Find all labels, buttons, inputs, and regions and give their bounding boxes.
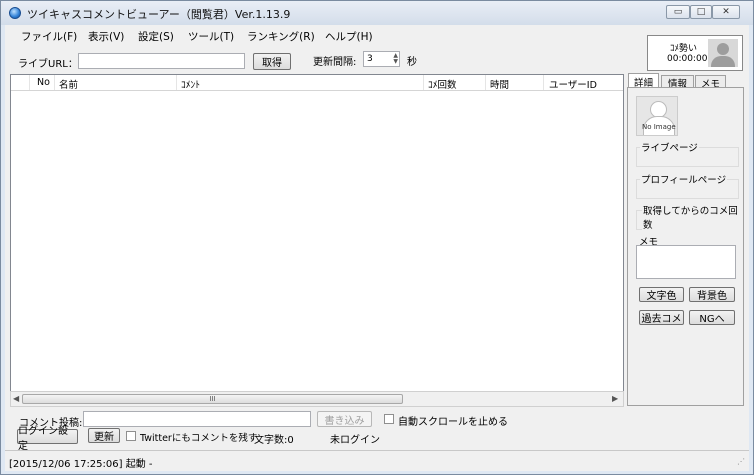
app-window: ツイキャスコメントビューアー（閲覧君）Ver.1.13.9 ▭ □ ✕ ファイル… bbox=[0, 0, 754, 475]
comment-list-header: No 名前 ｺﾒﾝﾄ ｺﾒ回数 時間 ユーザーID bbox=[11, 75, 623, 91]
client-area: ファイル(F) 表示(V) 設定(S) ツール(T) ランキング(R) ヘルプ(… bbox=[5, 25, 749, 471]
char-count: 文字数:0 bbox=[254, 435, 294, 446]
twitter-option-label[interactable]: Twitterにもコメントを残す bbox=[140, 430, 257, 444]
stop-autoscroll-label[interactable]: 自動スクロールを止める bbox=[398, 413, 508, 428]
write-button[interactable]: 書き込み bbox=[317, 411, 372, 427]
status-text: [2015/12/06 17:25:06] 起動 - bbox=[9, 459, 153, 470]
elapsed-time: 00:00:00 bbox=[667, 54, 708, 64]
interval-stepper[interactable]: 3 ▲ ▼ bbox=[363, 51, 400, 67]
momentum-label: ｺﾒ勢い bbox=[670, 44, 698, 54]
text-color-button[interactable]: 文字色 bbox=[639, 287, 684, 302]
menu-ranking[interactable]: ランキング(R) bbox=[247, 29, 315, 44]
ng-button[interactable]: NGへ bbox=[689, 310, 735, 325]
menu-help[interactable]: ヘルプ(H) bbox=[325, 29, 373, 44]
horizontal-scrollbar[interactable]: ◀ III ▶ bbox=[10, 391, 624, 407]
stepper-arrows-icon[interactable]: ▲ ▼ bbox=[393, 53, 398, 65]
avatar bbox=[708, 39, 738, 67]
live-page-link[interactable]: ライブページ bbox=[640, 140, 699, 154]
column-comment[interactable]: ｺﾒﾝﾄ bbox=[181, 77, 200, 91]
user-avatar: No Image bbox=[636, 96, 678, 136]
menu-view[interactable]: 表示(V) bbox=[88, 29, 124, 44]
column-user-id[interactable]: ユーザーID bbox=[549, 77, 597, 91]
column-count[interactable]: ｺﾒ回数 bbox=[428, 77, 457, 91]
momentum-box: ｺﾒ勢い 00:00:00 bbox=[647, 35, 743, 71]
interval-label: 更新間隔: bbox=[313, 57, 357, 68]
login-settings-button[interactable]: ログイン設定 bbox=[17, 426, 78, 452]
stop-autoscroll-checkbox[interactable] bbox=[384, 414, 394, 424]
live-url-input[interactable] bbox=[78, 53, 245, 69]
memo-textarea[interactable] bbox=[636, 245, 736, 279]
menu-settings[interactable]: 設定(S) bbox=[138, 29, 174, 44]
close-button[interactable]: ✕ bbox=[712, 5, 740, 19]
resize-grip-icon[interactable]: ⋰ bbox=[737, 457, 745, 466]
close-icon: ✕ bbox=[722, 7, 730, 17]
no-image-label: No Image bbox=[642, 123, 676, 131]
column-time[interactable]: 時間 bbox=[490, 77, 509, 91]
interval-unit: 秒 bbox=[407, 57, 417, 68]
bg-color-button[interactable]: 背景色 bbox=[689, 287, 735, 302]
refresh-button[interactable]: 更新 bbox=[88, 428, 120, 443]
minimize-button[interactable]: ▭ bbox=[666, 5, 690, 19]
menu-file[interactable]: ファイル(F) bbox=[21, 29, 77, 44]
scroll-left-icon[interactable]: ◀ bbox=[13, 394, 19, 403]
column-no[interactable]: No bbox=[37, 77, 50, 88]
comment-input[interactable] bbox=[83, 411, 311, 427]
live-url-label: ライブURL： bbox=[18, 59, 78, 70]
interval-value: 3 bbox=[367, 54, 373, 64]
details-panel: No Image ライブページ プロフィールページ 取得してからのコメ回数 メモ… bbox=[627, 87, 744, 406]
column-name[interactable]: 名前 bbox=[59, 77, 78, 91]
window-title: ツイキャスコメントビューアー（閲覧君）Ver.1.13.9 bbox=[27, 8, 291, 21]
app-icon bbox=[9, 7, 21, 19]
minimize-icon: ▭ bbox=[673, 7, 683, 17]
scroll-thumb[interactable]: III bbox=[22, 394, 403, 404]
maximize-button[interactable]: □ bbox=[690, 5, 712, 19]
status-bar: [2015/12/06 17:25:06] 起動 - ⋰ bbox=[5, 450, 749, 471]
maximize-icon: □ bbox=[696, 7, 706, 17]
comment-count-label: 取得してからのコメ回数 bbox=[642, 203, 743, 231]
twitter-checkbox[interactable] bbox=[126, 431, 136, 441]
menu-bar: ファイル(F) 表示(V) 設定(S) ツール(T) ランキング(R) ヘルプ(… bbox=[5, 25, 625, 45]
menu-tools[interactable]: ツール(T) bbox=[188, 29, 234, 44]
fetch-button[interactable]: 取得 bbox=[253, 53, 291, 70]
profile-page-link[interactable]: プロフィールページ bbox=[640, 172, 728, 186]
comment-list[interactable]: No 名前 ｺﾒﾝﾄ ｺﾒ回数 時間 ユーザーID bbox=[10, 74, 624, 407]
past-comments-button[interactable]: 過去コメ bbox=[639, 310, 684, 325]
login-status: 未ログイン bbox=[330, 435, 380, 446]
title-bar[interactable]: ツイキャスコメントビューアー（閲覧君）Ver.1.13.9 ▭ □ ✕ bbox=[1, 1, 753, 25]
scroll-right-icon[interactable]: ▶ bbox=[612, 394, 618, 403]
